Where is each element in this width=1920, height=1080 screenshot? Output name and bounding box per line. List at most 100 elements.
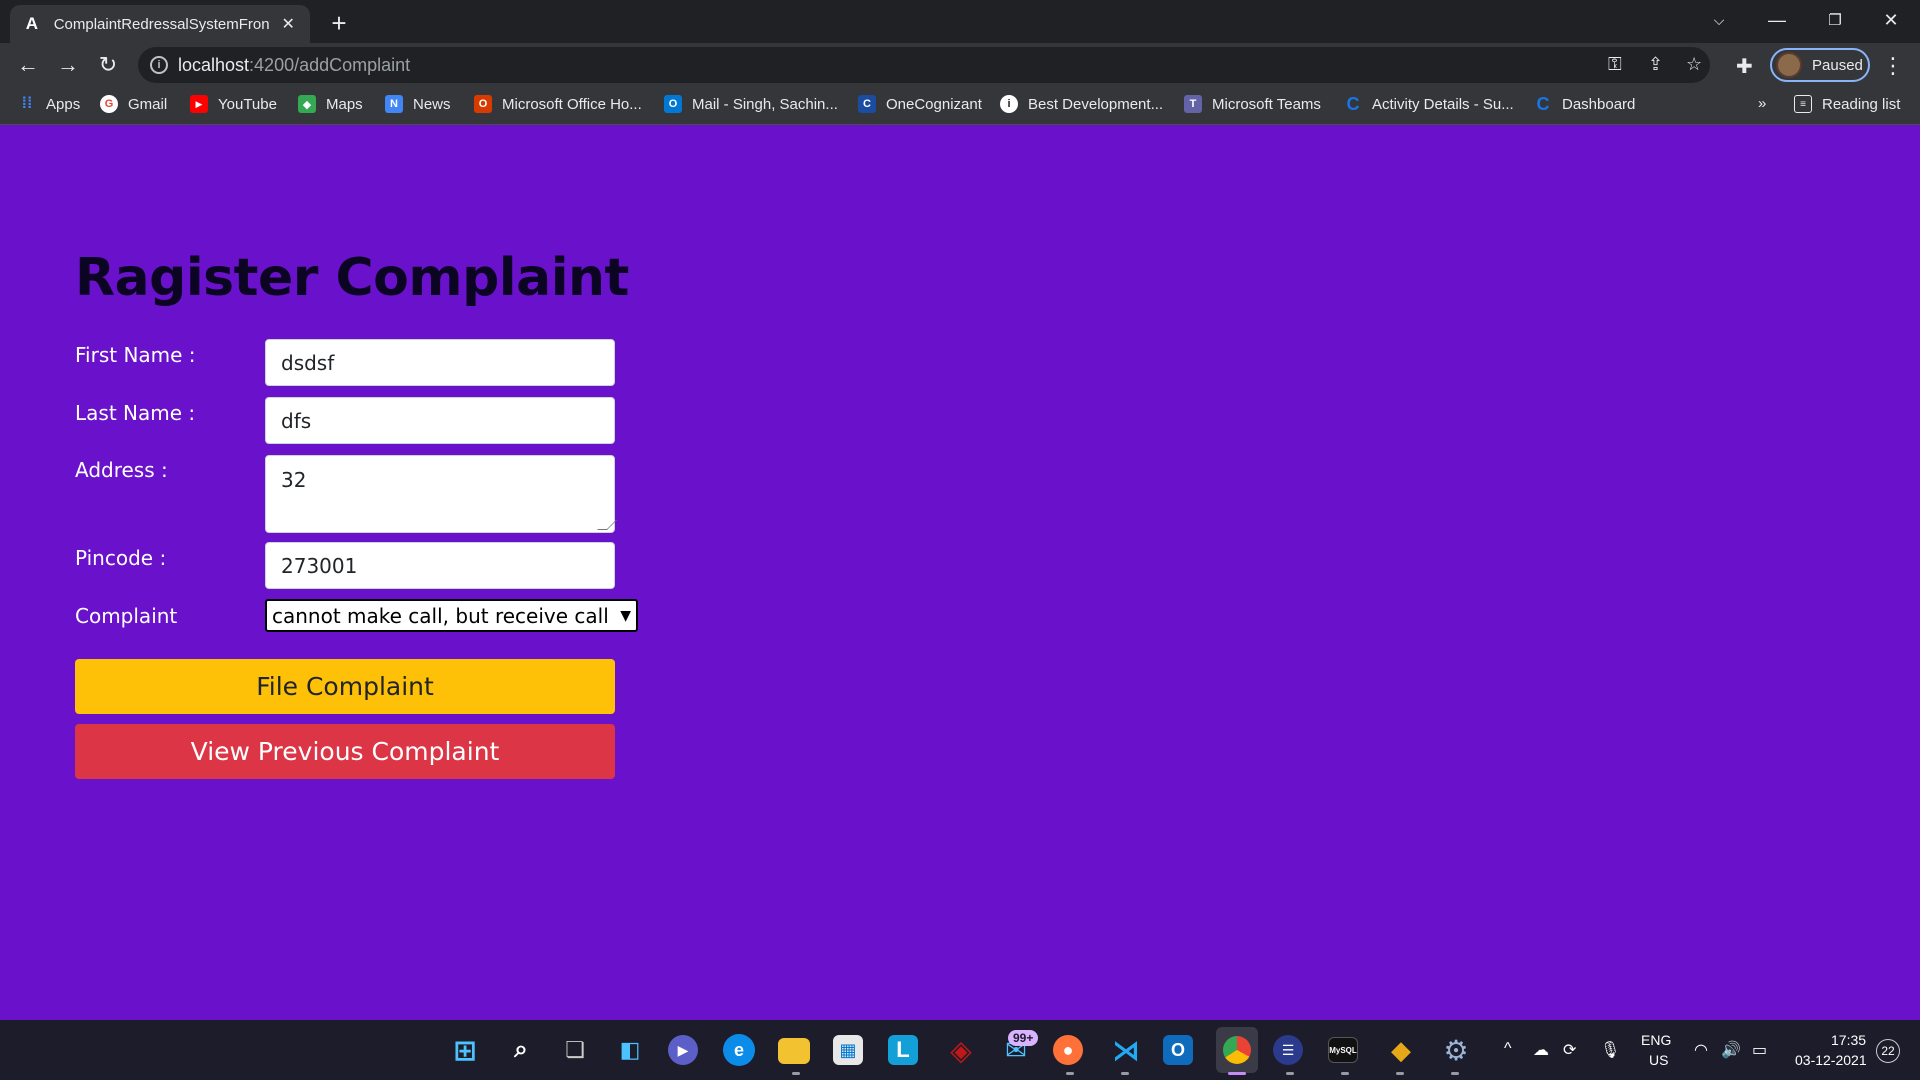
running-indicator: [1451, 1072, 1459, 1075]
battery-icon[interactable]: ▭: [1752, 1040, 1767, 1060]
bookmark-star-icon[interactable]: ☆: [1686, 54, 1702, 75]
apps-grid-icon: ⁞⁞: [21, 95, 33, 112]
more-bookmarks-label: »: [1758, 95, 1767, 112]
bookmark-news[interactable]: N News: [385, 95, 451, 113]
maps-icon: ◆: [298, 95, 316, 113]
avatar: [1776, 52, 1802, 78]
tab-search-chevron-icon[interactable]: ⌵: [1690, 0, 1748, 40]
share-icon[interactable]: ⇪: [1648, 54, 1663, 75]
windows-taskbar: ⊞ ⌕ ❏ ◧ ▶ e ▦ L ◈ ✉ 99+ ● ⋊ O ☰ MySQL ◆ …: [0, 1020, 1920, 1080]
bookmark-maps[interactable]: ◆ Maps: [298, 95, 363, 113]
complaint-select[interactable]: cannot make call, but receive call ▼: [265, 599, 638, 632]
windows-start-icon[interactable]: ⊞: [447, 1032, 483, 1068]
search-icon[interactable]: ⌕: [503, 1032, 539, 1068]
cognizant-icon: C: [858, 95, 876, 113]
extensions-puzzle-icon[interactable]: ✚: [1736, 54, 1753, 79]
bookmark-teams[interactable]: T Microsoft Teams: [1184, 95, 1321, 113]
edge-icon[interactable]: e: [723, 1034, 755, 1066]
first-name-input[interactable]: dsdsf: [265, 339, 615, 386]
forward-button[interactable]: →: [54, 51, 82, 79]
bookmark-apps[interactable]: ⁞⁞ Apps: [18, 95, 81, 113]
bookmark-label: Activity Details - Su...: [1372, 95, 1514, 113]
store-icon[interactable]: ▦: [833, 1035, 863, 1065]
microphone-icon[interactable]: 🎙: [1600, 1040, 1620, 1060]
pincode-input[interactable]: 273001: [265, 542, 615, 589]
browser-menu-icon[interactable]: ⋮: [1882, 53, 1904, 79]
bookmark-activity-details[interactable]: C Activity Details - Su...: [1344, 94, 1514, 114]
bookmark-office[interactable]: O Microsoft Office Ho...: [474, 95, 642, 113]
browser-tab[interactable]: A ComplaintRedressalSystemFronte ✕: [10, 5, 310, 43]
address-textarea[interactable]: 32: [265, 455, 617, 533]
c-logo-icon: C: [1536, 93, 1550, 114]
wifi-icon[interactable]: ◠: [1694, 1040, 1708, 1060]
sync-icon[interactable]: ⟳: [1563, 1040, 1576, 1060]
browser-tabstrip: A ComplaintRedressalSystemFronte ✕ + ⌵ —…: [0, 0, 1920, 43]
reading-list-label: Reading list: [1822, 95, 1901, 113]
reading-list-button[interactable]: ≡ Reading list: [1794, 95, 1900, 113]
firefox-icon[interactable]: ●: [1053, 1035, 1083, 1065]
restore-button[interactable]: ❐: [1806, 0, 1864, 40]
first-name-label: First Name :: [75, 343, 196, 367]
settings-gear-icon[interactable]: ⚙: [1438, 1032, 1474, 1068]
bookmark-label: Maps: [326, 95, 363, 113]
tray-overflow-chevron-icon[interactable]: ^: [1504, 1040, 1512, 1058]
url-text[interactable]: localhost:4200/addComplaint: [178, 55, 410, 76]
widgets-icon[interactable]: ◧: [612, 1032, 648, 1068]
pincode-label: Pincode :: [75, 546, 167, 570]
key-icon[interactable]: ⚿: [1608, 54, 1622, 75]
new-tab-button[interactable]: +: [325, 8, 353, 39]
resize-handle-icon[interactable]: [597, 520, 617, 530]
youtube-icon: ▶: [190, 95, 208, 113]
chevron-down-icon: ▼: [620, 607, 631, 624]
clock-time[interactable]: 17:35: [1831, 1032, 1866, 1048]
notification-count-badge[interactable]: 22: [1876, 1039, 1900, 1063]
mcafee-icon[interactable]: ◈: [943, 1032, 979, 1068]
back-button[interactable]: ←: [14, 51, 42, 79]
last-name-label: Last Name :: [75, 401, 196, 425]
volume-icon[interactable]: 🔊: [1721, 1040, 1741, 1060]
address-bar[interactable]: i localhost:4200/addComplaint ⚿ ⇪ ☆: [138, 47, 1710, 83]
chrome-icon[interactable]: [1216, 1027, 1258, 1073]
task-view-icon[interactable]: ❏: [557, 1032, 593, 1068]
minimize-button[interactable]: —: [1748, 0, 1806, 40]
outlook-icon[interactable]: O: [1163, 1035, 1193, 1065]
teams-chat-icon[interactable]: ▶: [668, 1035, 698, 1065]
chrome-logo-icon: [1223, 1036, 1251, 1064]
running-indicator: [1121, 1072, 1129, 1075]
google-icon: G: [100, 95, 118, 113]
clock-date[interactable]: 03-12-2021: [1795, 1052, 1867, 1068]
last-name-input[interactable]: dfs: [265, 397, 615, 444]
more-bookmarks-button[interactable]: »: [1758, 95, 1766, 112]
language-label[interactable]: ENG: [1641, 1032, 1671, 1048]
vscode-icon[interactable]: ⋊: [1108, 1032, 1144, 1068]
tab-close-icon[interactable]: ✕: [278, 14, 298, 34]
file-explorer-icon[interactable]: [778, 1038, 810, 1064]
mysql-terminal-icon[interactable]: MySQL: [1328, 1037, 1358, 1063]
l-app-icon[interactable]: L: [888, 1035, 918, 1065]
file-complaint-button[interactable]: File Complaint: [75, 659, 615, 714]
bookmark-onecognizant[interactable]: C OneCognizant: [858, 95, 982, 113]
running-indicator: [1066, 1072, 1074, 1075]
running-indicator: [1341, 1072, 1349, 1075]
bookmarks-bar: ⁞⁞ Apps G Gmail ▶ YouTube ◆ Maps N News …: [0, 87, 1920, 125]
tab-title: ComplaintRedressalSystemFronte: [53, 15, 271, 33]
bookmark-best-development[interactable]: i Best Development...: [1000, 95, 1163, 113]
git-client-icon[interactable]: ◆: [1383, 1032, 1419, 1068]
complaint-label: Complaint: [75, 604, 178, 628]
bookmark-dashboard[interactable]: C Dashboard: [1534, 93, 1636, 114]
bookmark-gmail[interactable]: G Gmail: [100, 95, 167, 113]
eclipse-icon[interactable]: ☰: [1273, 1035, 1303, 1065]
onedrive-cloud-icon[interactable]: ☁: [1533, 1040, 1549, 1060]
close-window-button[interactable]: ✕: [1862, 0, 1920, 40]
site-info-icon[interactable]: i: [150, 56, 168, 74]
profile-button[interactable]: Paused: [1770, 48, 1870, 82]
teams-icon: T: [1184, 95, 1202, 113]
bookmark-youtube[interactable]: ▶ YouTube: [190, 95, 277, 113]
reload-button[interactable]: ↻: [94, 51, 122, 79]
bookmark-label: Apps: [46, 95, 81, 113]
running-indicator: [1286, 1072, 1294, 1075]
bookmark-mail[interactable]: O Mail - Singh, Sachin...: [664, 95, 838, 113]
view-previous-complaint-button[interactable]: View Previous Complaint: [75, 724, 615, 779]
region-label[interactable]: US: [1649, 1052, 1668, 1068]
bookmark-label: Microsoft Office Ho...: [502, 95, 642, 113]
